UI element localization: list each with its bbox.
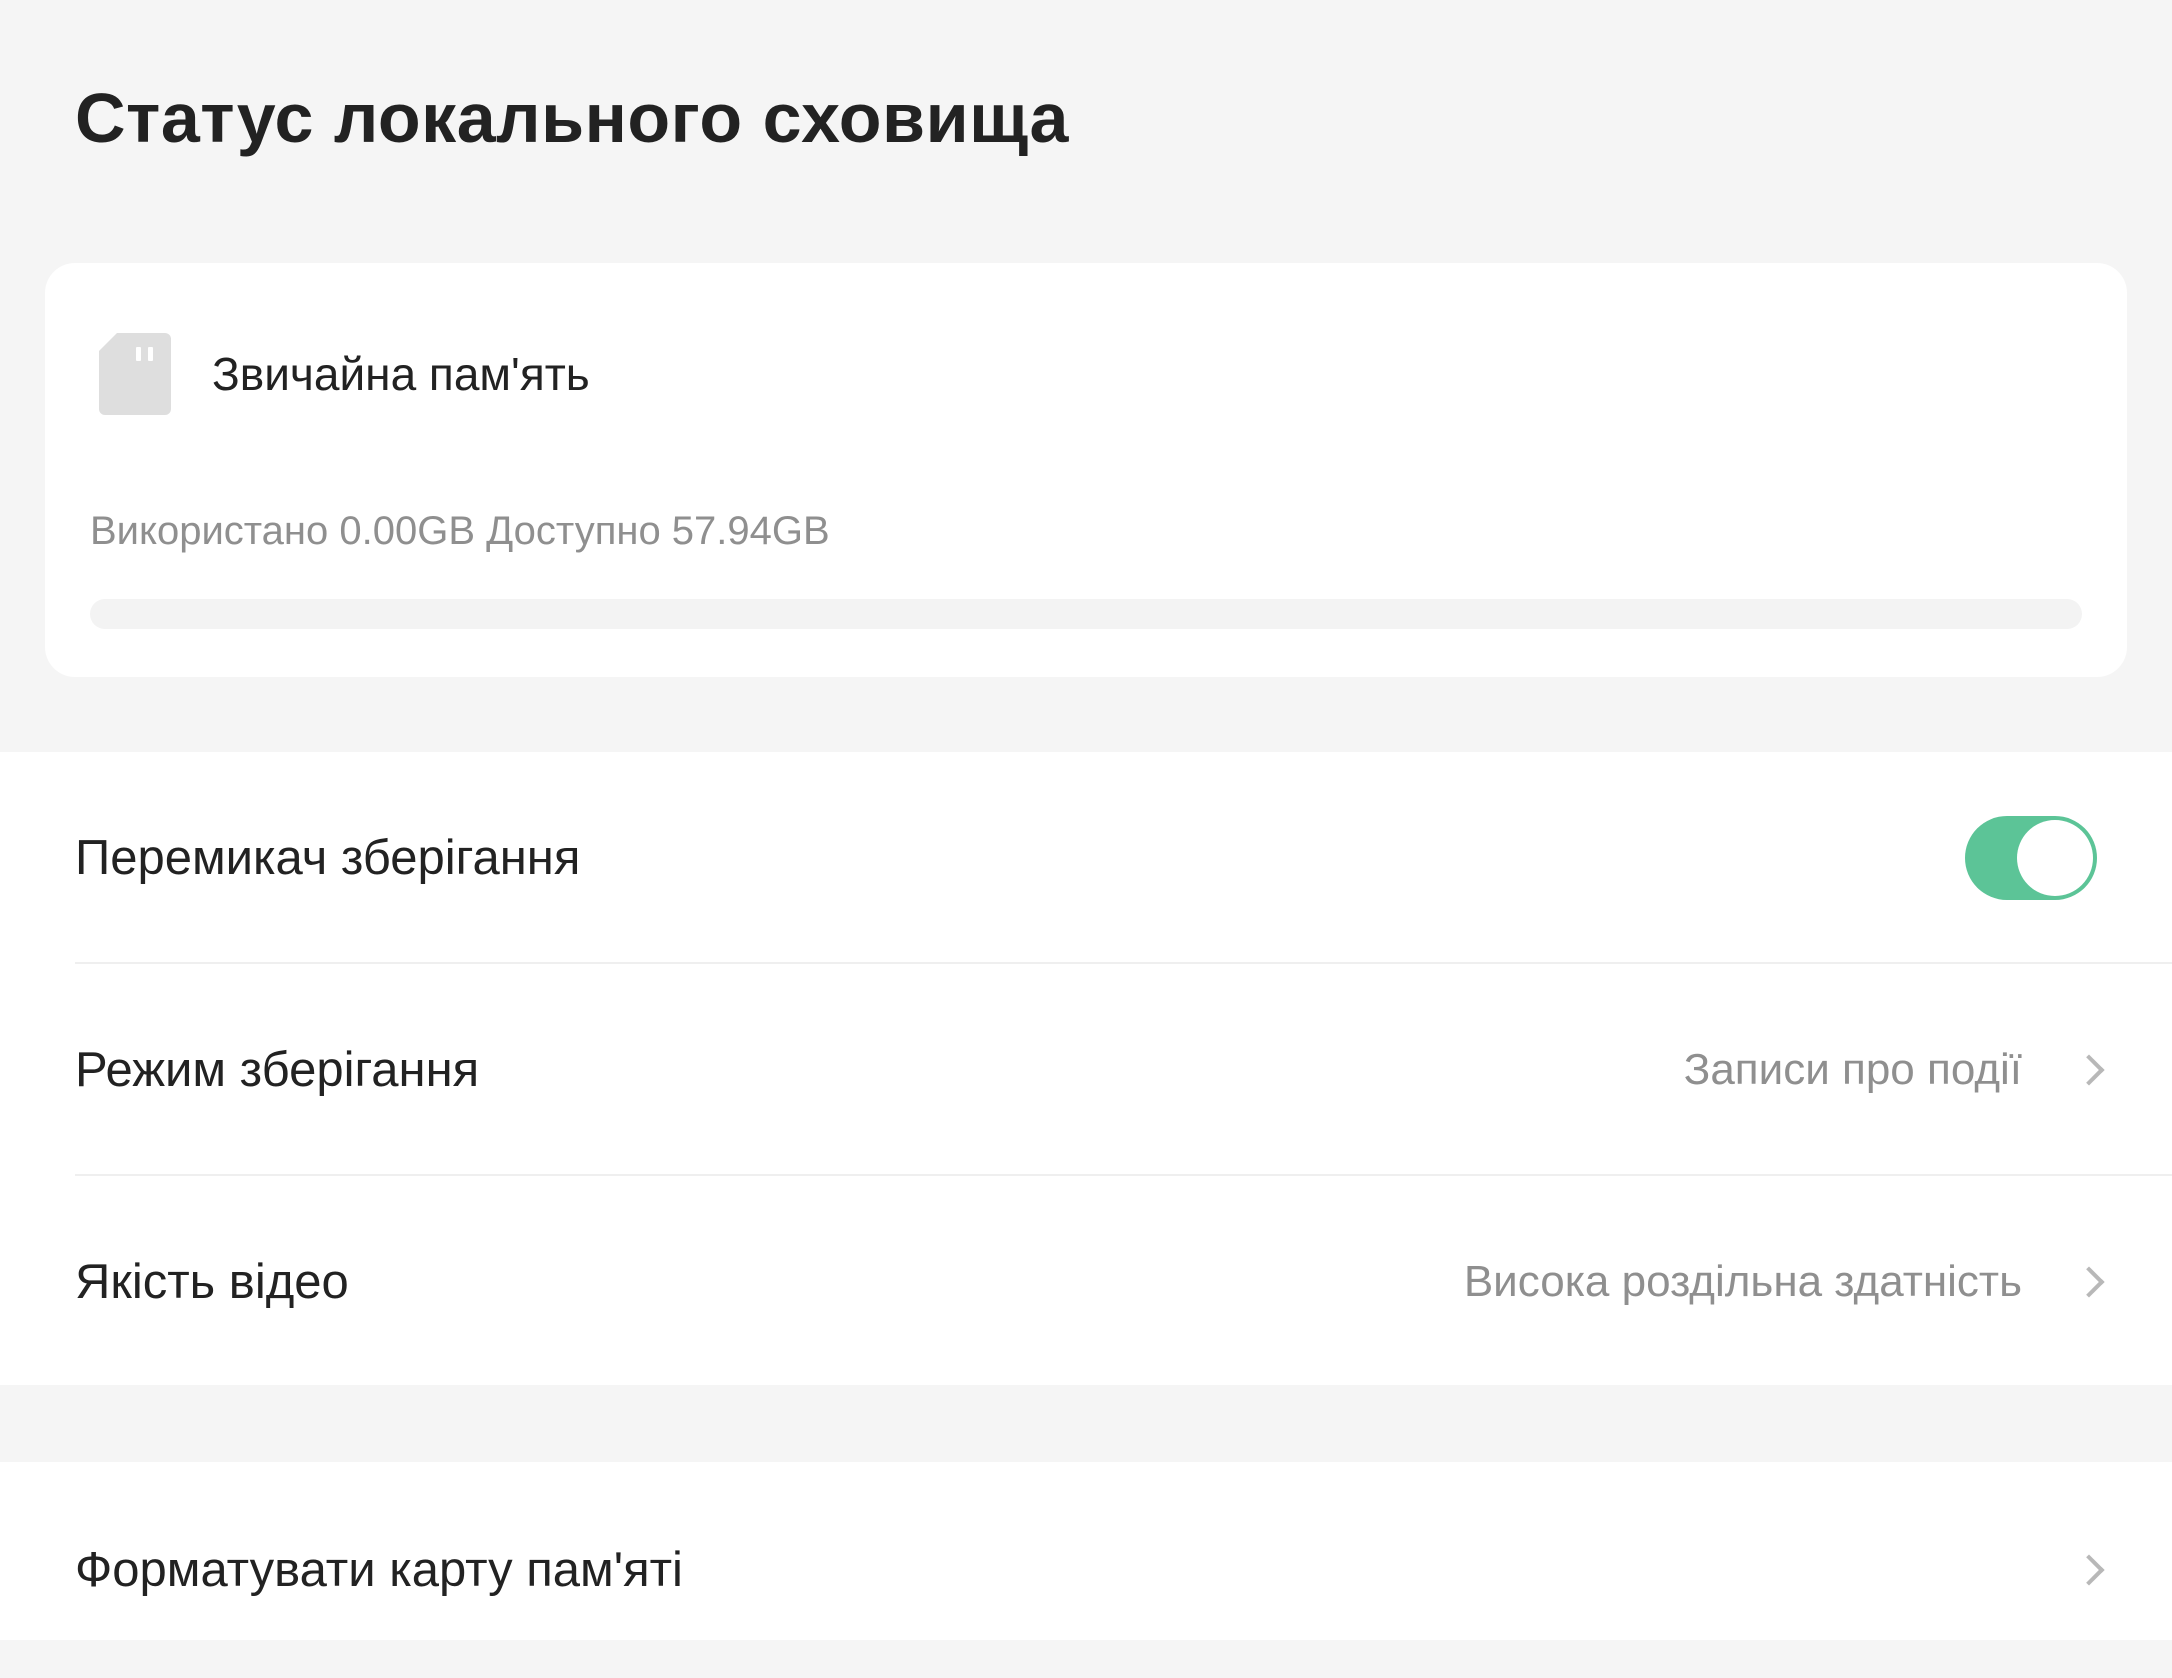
chevron-right-icon [2073, 1054, 2105, 1086]
sd-card-icon [99, 333, 171, 415]
format-card-row[interactable]: Форматувати карту пам'яті [0, 1462, 2172, 1678]
storage-mode-value: Записи про події [1683, 1045, 2022, 1094]
storage-settings-group: Перемикач зберігання Режим зберігання За… [0, 752, 2172, 1385]
video-quality-row[interactable]: Якість відео Висока роздільна здатність [0, 1176, 2172, 1388]
storage-mode-row[interactable]: Режим зберігання Записи про події [0, 964, 2172, 1176]
storage-type-label: Звичайна пам'ять [212, 348, 590, 400]
format-group: Форматувати карту пам'яті [0, 1462, 2172, 1640]
storage-usage-text: Використано 0.00GB Доступно 57.94GB [90, 509, 830, 553]
storage-switch-label: Перемикач зберігання [75, 831, 581, 885]
format-card-label: Форматувати карту пам'яті [75, 1543, 683, 1597]
storage-status-card: Звичайна пам'ять Використано 0.00GB Дост… [45, 263, 2127, 677]
video-quality-label: Якість відео [75, 1255, 349, 1309]
chevron-right-icon [2073, 1554, 2105, 1586]
video-quality-value: Висока роздільна здатність [1463, 1257, 2022, 1306]
storage-switch-row: Перемикач зберігання [0, 752, 2172, 964]
storage-mode-label: Режим зберігання [75, 1043, 480, 1097]
page-title: Статус локального сховища [75, 79, 1069, 157]
storage-switch-toggle[interactable] [1965, 816, 2097, 900]
chevron-right-icon [2073, 1266, 2105, 1298]
storage-usage-bar [90, 599, 2082, 629]
toggle-knob [2017, 820, 2093, 896]
